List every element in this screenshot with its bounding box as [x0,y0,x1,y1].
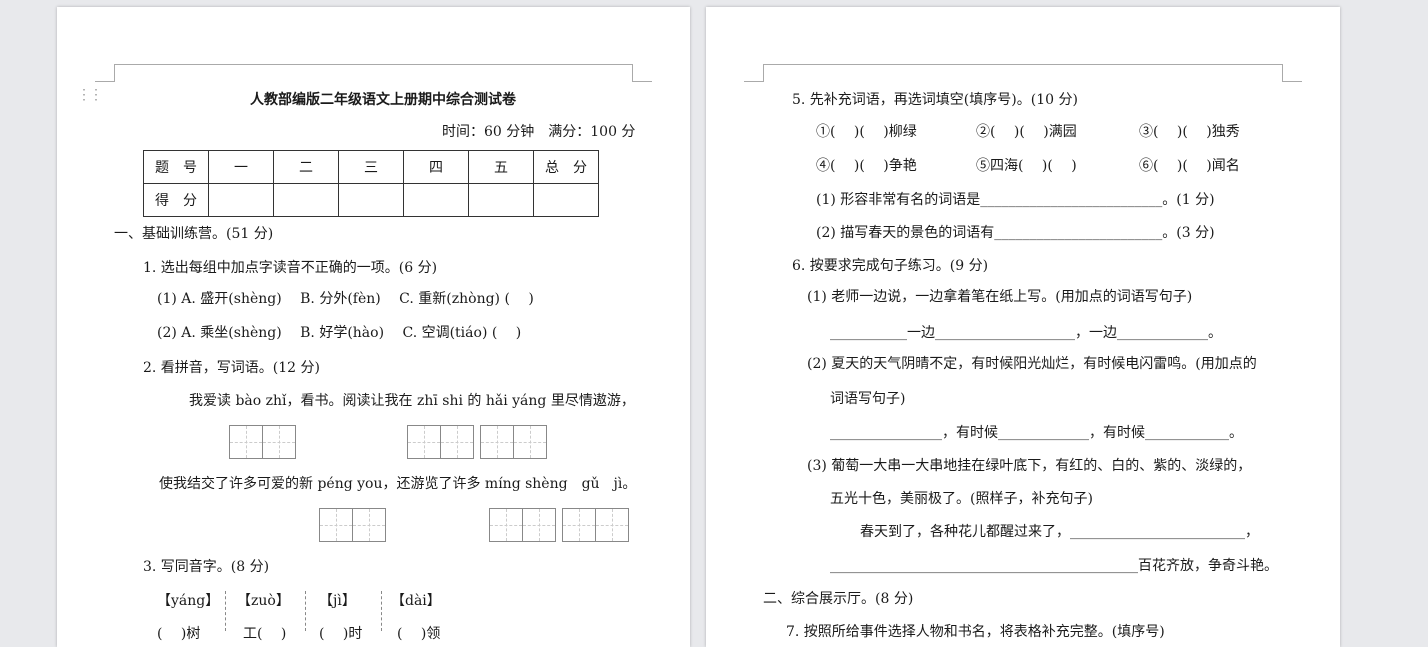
question-title: 5. 先补充词语，再选词填空(填序号)。(10 分) [792,92,1078,108]
writing-grid[interactable] [319,508,386,542]
header-corner-line [1282,81,1302,82]
section-heading: 一、基础训练营。(51 分) [114,226,274,242]
table-cell: 得 分 [143,183,209,217]
header-line [114,64,632,65]
time-info: 时间：60 分钟 满分：100 分 [442,124,636,140]
idiom-blank[interactable]: ④( )( )争艳 [816,157,917,175]
writing-grid[interactable] [480,425,547,459]
header-line [763,64,1282,65]
column-divider [225,591,226,631]
drag-handle-icon[interactable]: ⋮⋮ [77,88,103,102]
table-row: 得 分 [143,183,599,217]
score-input-cell[interactable] [533,183,599,217]
homophone-blank[interactable]: ( )时 [319,625,362,643]
homophone-blank[interactable]: 工( ) [243,625,286,643]
score-input-cell[interactable] [273,183,339,217]
idiom-blank[interactable]: ⑥( )( )闻名 [1139,157,1240,175]
table-cell: 总 分 [533,150,599,184]
homophone-header: 【zuò】 [237,593,290,609]
homophone-header: 【jì】 [319,593,356,609]
question-line: (2) 描写春天的景色的词语有________________________。… [816,225,1215,241]
score-table: 题 号 一 二 三 四 五 总 分 得 分 [143,150,599,217]
right-page: 5. 先补充词语，再选词填空(填序号)。(10 分) ①( )( )柳绿 ②( … [706,7,1340,647]
table-row: 题 号 一 二 三 四 五 总 分 [143,150,599,184]
table-cell: 四 [403,150,469,184]
header-corner-line [763,64,764,81]
fill-line[interactable]: 春天到了，各种花儿都醒过来了，_________________________… [860,523,1259,541]
section-heading: 二、综合展示厅。(8 分) [763,591,914,607]
writing-grid[interactable] [489,508,556,542]
question-title: 2. 看拼音，写词语。(12 分) [143,360,320,376]
column-divider [305,591,306,631]
header-corner-line [632,64,633,81]
question-line: (2) A. 乘坐(shèng) B. 好学(hào) C. 空调(tiáo) … [157,325,522,341]
table-cell: 三 [338,150,404,184]
table-cell: 二 [273,150,339,184]
writing-grid[interactable] [229,425,296,459]
fill-line[interactable]: ________________，有时候_____________，有时候___… [830,424,1243,442]
question-title: 3. 写同音字。(8 分) [143,559,270,575]
homophone-blank[interactable]: ( )领 [397,625,440,643]
score-input-cell[interactable] [403,183,469,217]
header-corner-line [95,81,115,82]
homophone-header: 【dài】 [391,593,441,609]
idiom-blank[interactable]: ⑤四海( )( ) [976,157,1077,175]
question-title: 1. 选出每组中加点字读音不正确的一项。(6 分) [143,260,438,276]
column-divider [381,591,382,631]
header-corner-line [114,64,115,81]
idiom-blank[interactable]: ②( )( )满园 [976,123,1077,141]
score-input-cell[interactable] [338,183,404,217]
table-cell: 一 [208,150,274,184]
header-corner-line [744,81,764,82]
table-cell: 题 号 [143,150,209,184]
homophone-header: 【yáng】 [157,593,220,609]
question-line: (1) 形容非常有名的词语是__________________________… [816,192,1215,208]
question-line: 我爱读 bào zhǐ，看书。阅读让我在 zhī shi 的 hǎi yáng … [189,393,635,409]
question-line: (3) 葡萄一大串一大串地挂在绿叶底下，有红的、白的、紫的、淡绿的， [807,458,1252,474]
writing-grid[interactable] [407,425,474,459]
header-corner-line [632,81,652,82]
idiom-blank[interactable]: ③( )( )独秀 [1139,123,1240,141]
writing-grid[interactable] [562,508,629,542]
fill-line[interactable]: ___________一边____________________，一边____… [830,324,1222,342]
page-title: 人教部编版二年级语文上册期中综合测试卷 [250,92,516,108]
header-corner-line [1282,64,1283,81]
fill-line[interactable]: ________________________________________… [830,557,1278,575]
question-line: (1) A. 盛开(shèng) B. 分外(fèn) C. 重新(zhòng)… [157,291,534,307]
question-line: 词语写句子) [830,391,906,407]
question-title: 7. 按照所给事件选择人物和书名，将表格补充完整。(填序号) [786,624,1165,640]
table-cell: 五 [468,150,534,184]
score-input-cell[interactable] [208,183,274,217]
score-input-cell[interactable] [468,183,534,217]
homophone-blank[interactable]: ( )树 [157,625,200,643]
question-line: (1) 老师一边说，一边拿着笔在纸上写。(用加点的词语写句子) [807,289,1193,305]
question-line: 使我结交了许多可爱的新 péng you，还游览了许多 míng shèng g… [159,476,637,492]
question-line: 五光十色，美丽极了。(照样子，补充句子) [830,491,1093,507]
question-line: (2) 夏天的天气阴晴不定，有时候阳光灿烂，有时候电闪雷鸣。(用加点的 [807,356,1257,372]
left-page: 人教部编版二年级语文上册期中综合测试卷 时间：60 分钟 满分：100 分 题 … [57,7,690,647]
question-title: 6. 按要求完成句子练习。(9 分) [792,258,989,274]
idiom-blank[interactable]: ①( )( )柳绿 [816,123,917,141]
